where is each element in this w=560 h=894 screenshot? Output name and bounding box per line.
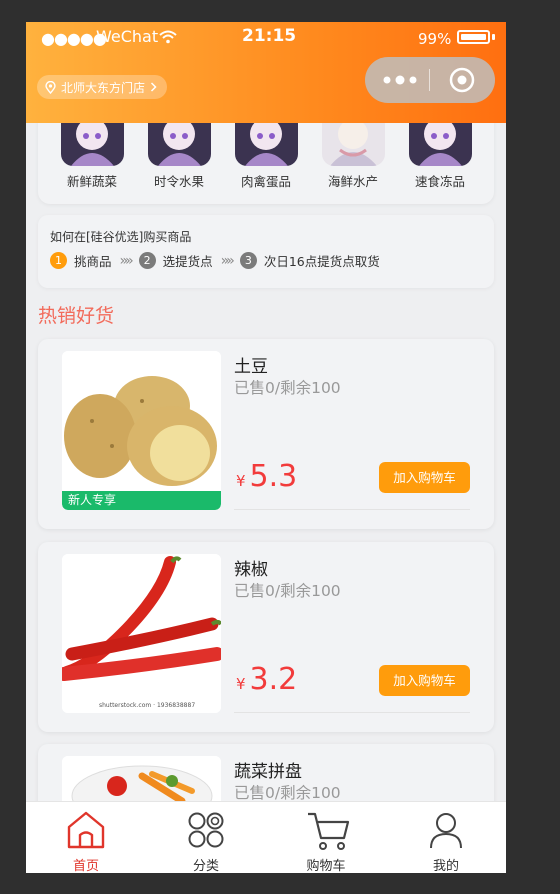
category-label: 海鲜水产 <box>327 174 378 189</box>
category-avatar <box>408 120 472 166</box>
currency-symbol: ¥ <box>236 675 246 693</box>
battery-tip <box>492 34 495 40</box>
divider <box>234 509 470 510</box>
step-label: 次日16点提货点取货 <box>263 254 380 269</box>
more-icon[interactable] <box>381 69 419 91</box>
location-pin-icon <box>45 80 56 94</box>
status-bar: ●●●●● WeChat 21:15 99% <box>26 22 506 52</box>
product-price: ¥3.2 <box>236 662 297 697</box>
home-icon <box>67 811 105 849</box>
product-stock: 已售0/剩余100 <box>234 784 341 802</box>
battery-percent: 99% <box>418 30 452 48</box>
image-watermark: shutterstock.com · 1936838887 <box>99 702 196 709</box>
section-title: 热销好货 <box>38 305 115 327</box>
user-icon <box>430 813 462 849</box>
category-item[interactable]: 新鲜蔬菜 <box>54 120 130 190</box>
price-value: 3.2 <box>249 662 298 697</box>
double-chevron-icon: »» <box>119 252 134 269</box>
tab-label: 分类 <box>192 859 219 873</box>
category-label: 时令水果 <box>153 174 204 189</box>
battery-icon <box>457 30 490 44</box>
category-label: 肉禽蛋品 <box>240 174 291 189</box>
tab-label: 我的 <box>432 859 459 873</box>
add-to-cart-button[interactable]: 加入购物车 <box>379 462 470 493</box>
category-label: 速食冻品 <box>414 174 465 189</box>
category-icon <box>188 812 224 848</box>
currency-symbol: ¥ <box>236 472 246 490</box>
miniprogram-capsule <box>365 57 495 103</box>
store-selector[interactable]: 北师大东方门店 <box>37 75 168 99</box>
new-user-badge: 新人专享 <box>62 491 221 510</box>
steps-row: 1 挑商品 »» 2 选提货点 »» 3 次日16点提货点取货 <box>50 251 380 270</box>
product-card[interactable]: shutterstock.com · 1936838887 辣椒 已售0/剩余1… <box>38 542 494 732</box>
category-item[interactable]: 肉禽蛋品 <box>228 120 304 190</box>
category-grid: 新鲜蔬菜 时令水果 肉禽蛋品 海鲜水产 速食冻品 <box>38 120 494 204</box>
how-to-buy-title: 如何在[硅谷优选]购买商品 <box>50 230 192 244</box>
product-image: shutterstock.com · 1936838887 <box>62 554 221 713</box>
tab-profile[interactable]: 我的 <box>386 802 506 873</box>
step-number: 1 <box>50 252 67 269</box>
category-avatar <box>321 120 385 166</box>
carrier-name: WeChat <box>96 27 159 46</box>
tab-category[interactable]: 分类 <box>146 802 266 873</box>
clock: 21:15 <box>242 26 297 46</box>
product-name: 辣椒 <box>234 560 268 580</box>
product-stock: 已售0/剩余100 <box>234 379 341 397</box>
category-avatar <box>60 120 124 166</box>
price-value: 5.3 <box>249 459 298 494</box>
category-item[interactable]: 海鲜水产 <box>315 120 391 190</box>
header-bar: ●●●●● WeChat 21:15 99% 北师大东方门店 <box>26 22 506 123</box>
bottom-tab-bar: 首页 分类 购物车 我的 <box>26 801 506 873</box>
how-to-buy-panel: 如何在[硅谷优选]购买商品 1 挑商品 »» 2 选提货点 »» 3 次日16点… <box>38 215 494 288</box>
category-item[interactable]: 速食冻品 <box>402 120 478 190</box>
product-card[interactable]: 新人专享 土豆 已售0/剩余100 ¥5.3 加入购物车 <box>38 339 494 529</box>
category-avatar <box>234 120 298 166</box>
product-image: 新人专享 <box>62 351 221 510</box>
step-label: 选提货点 <box>162 254 213 269</box>
tab-cart[interactable]: 购物车 <box>266 802 386 873</box>
phone-screen: ●●●●● WeChat 21:15 99% 北师大东方门店 新鲜蔬菜 时令水果… <box>26 22 506 873</box>
tab-home[interactable]: 首页 <box>26 802 146 873</box>
step-number: 3 <box>239 252 257 269</box>
chevron-right-icon <box>150 82 157 92</box>
tab-label: 购物车 <box>306 859 346 873</box>
double-chevron-icon: »» <box>220 252 235 269</box>
product-stock: 已售0/剩余100 <box>234 582 341 600</box>
product-name: 土豆 <box>234 357 268 377</box>
cart-icon <box>308 812 350 850</box>
step-number: 2 <box>138 252 156 269</box>
store-name: 北师大东方门店 <box>61 80 146 95</box>
category-avatar <box>147 120 211 166</box>
close-miniprogram-icon[interactable] <box>449 67 475 93</box>
step-label: 挑商品 <box>74 254 112 269</box>
category-label: 新鲜蔬菜 <box>66 174 117 189</box>
category-item[interactable]: 时令水果 <box>141 120 217 190</box>
divider <box>234 712 470 713</box>
wifi-icon <box>159 30 177 44</box>
product-price: ¥5.3 <box>236 459 297 494</box>
product-name: 蔬菜拼盘 <box>234 762 302 782</box>
capsule-divider <box>429 69 430 91</box>
tab-label: 首页 <box>72 859 99 873</box>
add-to-cart-button[interactable]: 加入购物车 <box>379 665 470 696</box>
